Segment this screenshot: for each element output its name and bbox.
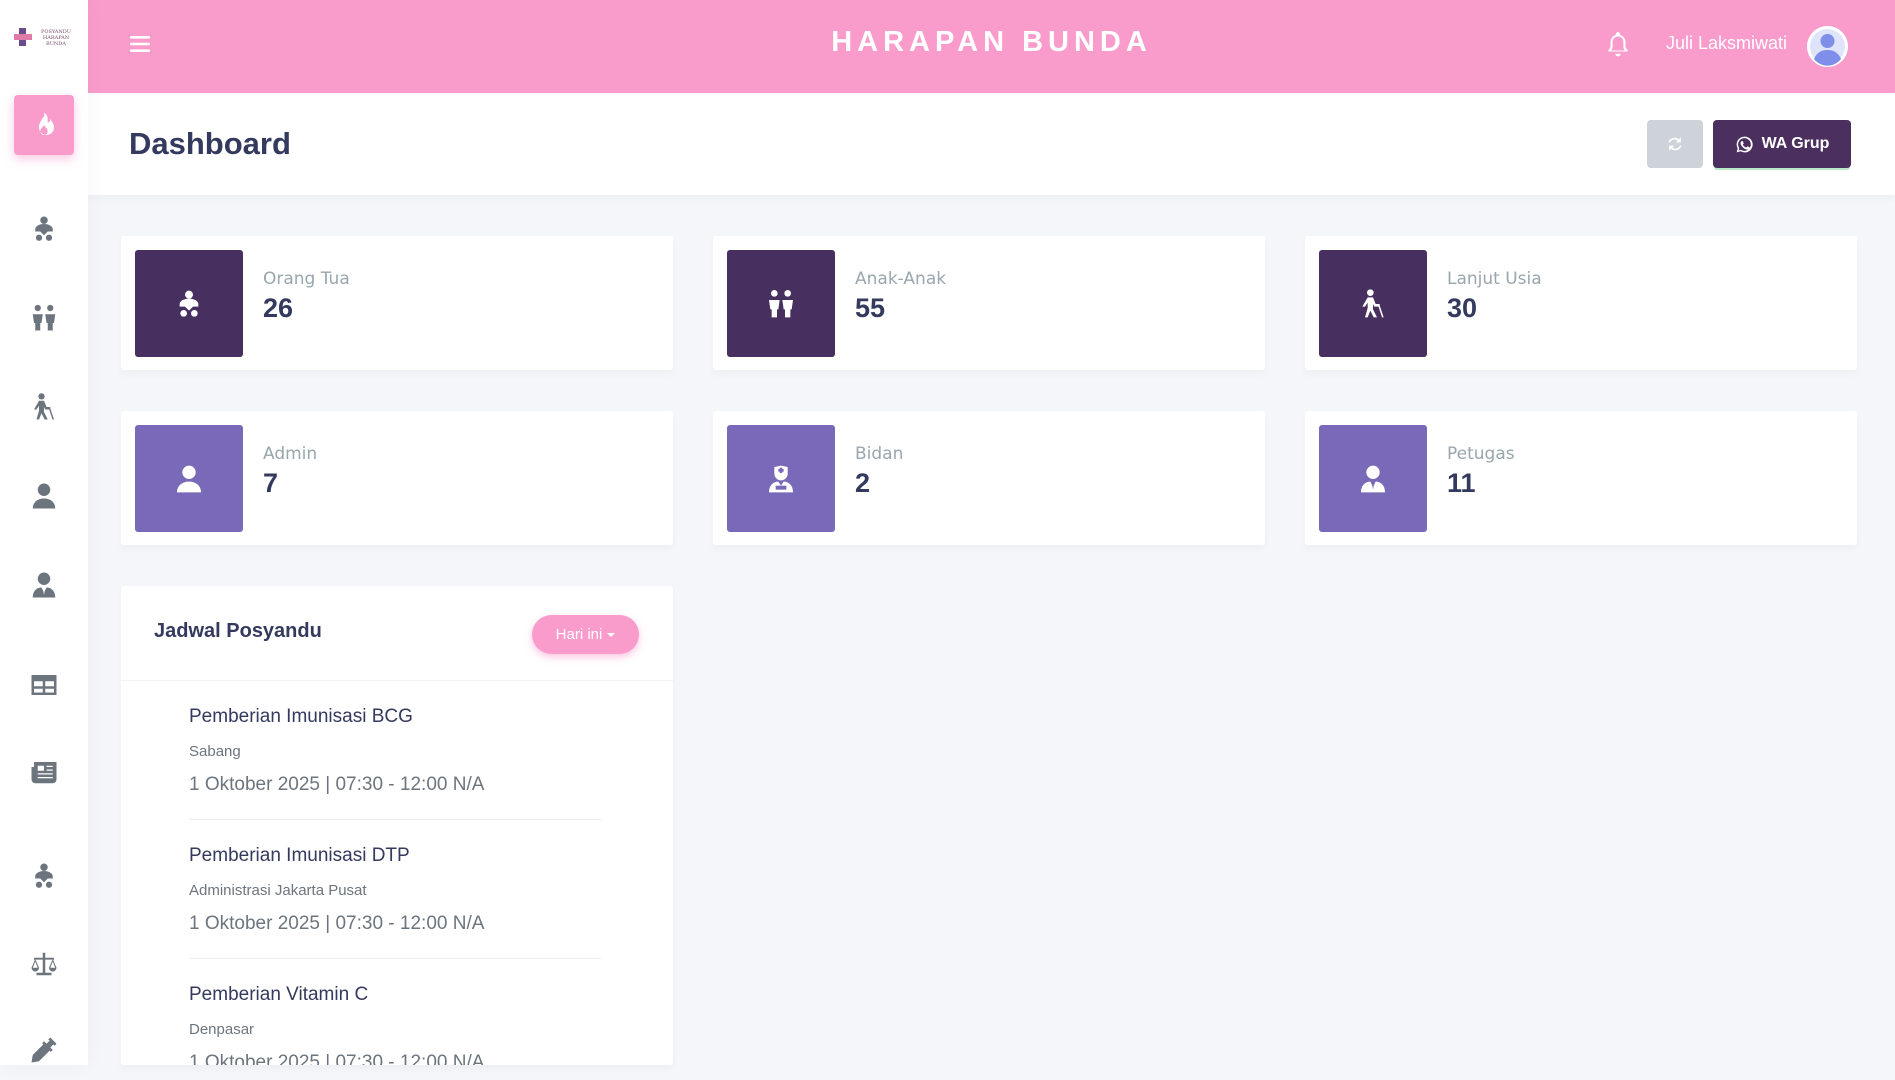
stat-icon-box xyxy=(727,425,835,532)
stat-icon-box xyxy=(727,250,835,357)
app-logo[interactable]: POSYANDU HARAPAN BUNDA xyxy=(12,26,76,50)
stat-label: Anak-Anak xyxy=(855,269,947,289)
sidebar-item-jadwal[interactable] xyxy=(14,655,74,715)
section-header: Dashboard WA Grup xyxy=(88,93,1895,195)
stat-value: 11 xyxy=(1447,468,1476,498)
wa-group-button[interactable]: WA Grup xyxy=(1713,120,1851,168)
event-time: 1 Oktober 2025 | 07:30 - 12:00 N/A xyxy=(189,774,485,795)
schedule-card: Jadwal Posyandu Hari ini Pemberian Imuni… xyxy=(121,586,673,1065)
logo-cross-icon xyxy=(14,28,32,46)
stat-icon-box xyxy=(135,425,243,532)
sidebar-item-imunisasi[interactable] xyxy=(14,1020,74,1080)
whatsapp-icon xyxy=(1736,136,1753,152)
event-title: Pemberian Imunisasi BCG xyxy=(189,706,413,727)
stat-icon-box xyxy=(135,250,243,357)
stat-value: 2 xyxy=(855,468,871,498)
sidebar-item-admin[interactable] xyxy=(14,466,74,526)
stat-value: 26 xyxy=(263,293,294,323)
newspaper-icon xyxy=(31,762,57,784)
bell-icon xyxy=(1608,32,1628,57)
sidebar-item-lansia[interactable] xyxy=(14,377,74,437)
topbar: HARAPAN BUNDA Juli Laksmiwati xyxy=(88,0,1895,93)
children-icon xyxy=(769,289,793,317)
stat-label: Bidan xyxy=(855,444,904,464)
schedule-title: Jadwal Posyandu xyxy=(154,620,322,642)
caret-down-icon xyxy=(607,632,616,637)
stat-card-orang-tua[interactable]: Orang Tua 26 xyxy=(121,236,673,370)
event-title: Pemberian Vitamin C xyxy=(189,984,369,1005)
stat-value: 30 xyxy=(1447,293,1478,323)
fire-icon xyxy=(39,112,54,135)
table-icon xyxy=(31,675,57,695)
schedule-header: Jadwal Posyandu Hari ini xyxy=(121,586,673,681)
sidebar-item-petugas[interactable] xyxy=(14,555,74,615)
stat-card-bidan[interactable]: Bidan 2 xyxy=(713,411,1265,545)
list-item[interactable]: Pemberian Imunisasi DTP Administrasi Jak… xyxy=(189,820,601,959)
stat-value: 55 xyxy=(855,293,886,323)
syringe-icon xyxy=(31,1037,57,1063)
elderly-cane-icon xyxy=(34,393,54,420)
parent-child-icon xyxy=(179,290,199,317)
sidebar-item-orang-tua[interactable] xyxy=(14,199,74,259)
sidebar-item-anak[interactable] xyxy=(14,288,74,348)
refresh-button[interactable] xyxy=(1647,120,1703,168)
event-title: Pemberian Imunisasi DTP xyxy=(189,845,410,866)
stat-card-petugas[interactable]: Petugas 11 xyxy=(1305,411,1857,545)
event-place: Denpasar xyxy=(189,1021,255,1038)
balance-scale-icon xyxy=(31,952,57,976)
sidebar-item-timbangan[interactable] xyxy=(14,934,74,994)
sidebar-item-berita[interactable] xyxy=(14,742,74,802)
event-place: Sabang xyxy=(189,743,241,760)
stat-card-lanjut-usia[interactable]: Lanjut Usia 30 xyxy=(1305,236,1857,370)
children-icon xyxy=(32,304,56,331)
event-place: Administrasi Jakarta Pusat xyxy=(189,882,367,899)
elderly-cane-icon xyxy=(1362,288,1384,317)
stat-icon-box xyxy=(1319,425,1427,532)
stat-value: 7 xyxy=(263,468,279,498)
stat-card-anak-anak[interactable]: Anak-Anak 55 xyxy=(713,236,1265,370)
notification-button[interactable] xyxy=(1605,30,1631,58)
sidebar-item-dashboard[interactable] xyxy=(14,95,74,155)
date-filter-label: Hari ini xyxy=(555,626,603,643)
refresh-icon xyxy=(1668,137,1682,151)
stat-icon-box xyxy=(1319,250,1427,357)
avatar[interactable] xyxy=(1807,26,1848,67)
user-tie-icon xyxy=(32,572,56,598)
event-time: 1 Oktober 2025 | 07:30 - 12:00 N/A xyxy=(189,913,485,934)
stat-card-admin[interactable]: Admin 7 xyxy=(121,411,673,545)
user-tie-icon xyxy=(1361,465,1385,492)
wa-group-label: WA Grup xyxy=(1761,135,1830,152)
stat-label: Admin xyxy=(263,444,318,464)
date-filter-dropdown[interactable]: Hari ini xyxy=(532,615,639,654)
sidebar: POSYANDU HARAPAN BUNDA xyxy=(0,0,88,1065)
list-item[interactable]: Pemberian Imunisasi BCG Sabang 1 Oktober… xyxy=(189,681,601,820)
event-time: 1 Oktober 2025 | 07:30 - 12:00 N/A xyxy=(189,1052,485,1065)
stat-label: Petugas xyxy=(1447,444,1515,464)
user-icon xyxy=(32,483,56,509)
user-avatar-icon xyxy=(1807,26,1848,67)
sidebar-item-kesehatan[interactable] xyxy=(14,846,74,906)
user-icon xyxy=(177,465,201,492)
logo-text: POSYANDU HARAPAN BUNDA xyxy=(40,29,71,47)
nurse-icon xyxy=(769,465,793,492)
baby-carriage-icon xyxy=(35,863,53,888)
user-name[interactable]: Juli Laksmiwati xyxy=(1666,33,1787,54)
stat-label: Orang Tua xyxy=(263,269,350,289)
page-title: Dashboard xyxy=(129,126,291,161)
baby-carriage-icon xyxy=(35,216,53,241)
stat-label: Lanjut Usia xyxy=(1447,269,1542,289)
list-item[interactable]: Pemberian Vitamin C Denpasar 1 Oktober 2… xyxy=(189,959,601,1065)
